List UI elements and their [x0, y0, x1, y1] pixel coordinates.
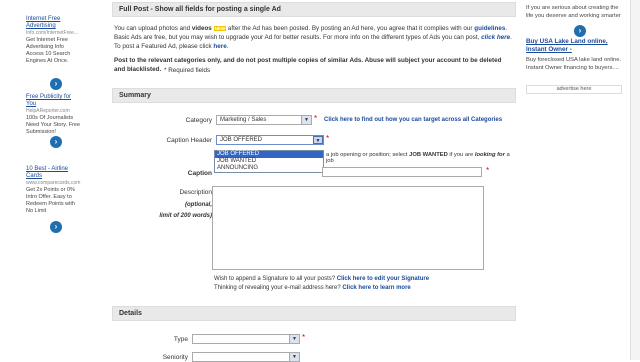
form-header: Full Post - Show all fields for posting …: [112, 2, 516, 17]
required-note: * Required fields: [164, 67, 211, 74]
caption-header-label: Caption Header: [166, 137, 212, 144]
summary-header: Summary: [112, 88, 516, 103]
click-here-link[interactable]: click here: [481, 34, 510, 41]
ad-block: Free Publicity for You HelpAReporter.com…: [26, 94, 82, 136]
ad-url: HelpAReporter.com: [26, 108, 70, 114]
ad-block: Internet Free Advertising Info.com/Inter…: [26, 16, 82, 65]
dropdown-option[interactable]: JOB OFFERED: [215, 151, 323, 158]
caption-input[interactable]: [322, 167, 482, 177]
sidebar-ad-title[interactable]: Buy USA Lake Land online, Instant Owner …: [526, 38, 626, 54]
intro-text: You can upload photos and videos NEW aft…: [114, 25, 512, 50]
ad-desc: Get Internet Free Advertising Info Acces…: [26, 37, 71, 64]
optional-note: (optional,: [185, 202, 212, 208]
type-select[interactable]: ▼: [192, 334, 300, 344]
sidebar-ad-desc: Buy foreclosed USA lake land online. Ins…: [526, 57, 622, 71]
page-scrollbar[interactable]: [630, 0, 640, 360]
ad-desc: Get 2x Points or 0% Intro Offer. Easy to…: [26, 187, 75, 214]
caption-header-select[interactable]: JOB OFFERED ▼: [216, 135, 324, 145]
edit-signature-link[interactable]: Click here to edit your Signature: [337, 276, 429, 282]
required-star: *: [314, 114, 318, 123]
left-ad-column: Internet Free Advertising Info.com/Inter…: [0, 0, 82, 360]
email-line: Thinking of revealing your e-mail addres…: [214, 285, 411, 291]
arrow-right-icon[interactable]: ›: [50, 78, 62, 90]
dropdown-option[interactable]: JOB WANTED: [215, 158, 323, 165]
required-star: *: [486, 166, 490, 175]
ad-url: www.comparecards.com: [26, 180, 81, 186]
ad-url: Info.com/InternetFree...: [26, 30, 78, 36]
word-limit-note: limit of 200 words): [159, 213, 212, 219]
chevron-down-icon: ▼: [301, 116, 311, 124]
seniority-select[interactable]: ▼: [192, 352, 300, 362]
advertise-here-button[interactable]: advertise here: [526, 85, 622, 94]
required-star: *: [302, 333, 306, 342]
caption-label: Caption: [187, 170, 212, 177]
ad-block: 10 Best - Airline Cards www.comparecards…: [26, 166, 82, 215]
required-star: *: [326, 134, 330, 143]
dropdown-option[interactable]: ANNOUNCING: [215, 165, 323, 172]
type-label: Type: [173, 336, 188, 343]
caption-header-dropdown: JOB OFFERED JOB WANTED ANNOUNCING: [214, 150, 324, 173]
signature-line: Wish to append a Signature to all your p…: [214, 276, 430, 282]
guidelines-link[interactable]: guidelines: [474, 25, 505, 32]
ad-title-link[interactable]: 10 Best - Airline Cards: [26, 166, 82, 180]
description-textarea[interactable]: [212, 186, 484, 270]
arrow-right-icon[interactable]: ›: [50, 136, 62, 148]
arrow-right-icon[interactable]: ›: [50, 221, 62, 233]
category-select[interactable]: Marketing / Sales ▼: [216, 115, 312, 125]
details-header: Details: [112, 306, 516, 321]
category-info-link[interactable]: Click here to find out how you can targe…: [324, 117, 502, 123]
featured-here-link[interactable]: here: [213, 43, 226, 50]
description-label: Description: [179, 189, 212, 196]
ad-title-link[interactable]: Free Publicity for You: [26, 94, 82, 108]
caption-hint: a job opening or position; select JOB WA…: [326, 152, 510, 164]
chevron-down-icon: ▼: [289, 335, 299, 343]
category-label: Category: [185, 117, 212, 124]
ad-desc: 100s Of Journalists Need Your Story. Fre…: [26, 115, 81, 135]
learn-more-link[interactable]: Click here to learn more: [342, 285, 410, 291]
new-badge: NEW: [213, 26, 227, 31]
chevron-down-icon: ▼: [313, 136, 323, 144]
arrow-right-icon[interactable]: ›: [574, 25, 586, 37]
post-ad-form: Full Post - Show all fields for posting …: [112, 0, 516, 362]
ad-title-link[interactable]: Internet Free Advertising: [26, 16, 82, 30]
sidebar-text: If you are serious about creating the li…: [526, 5, 621, 19]
